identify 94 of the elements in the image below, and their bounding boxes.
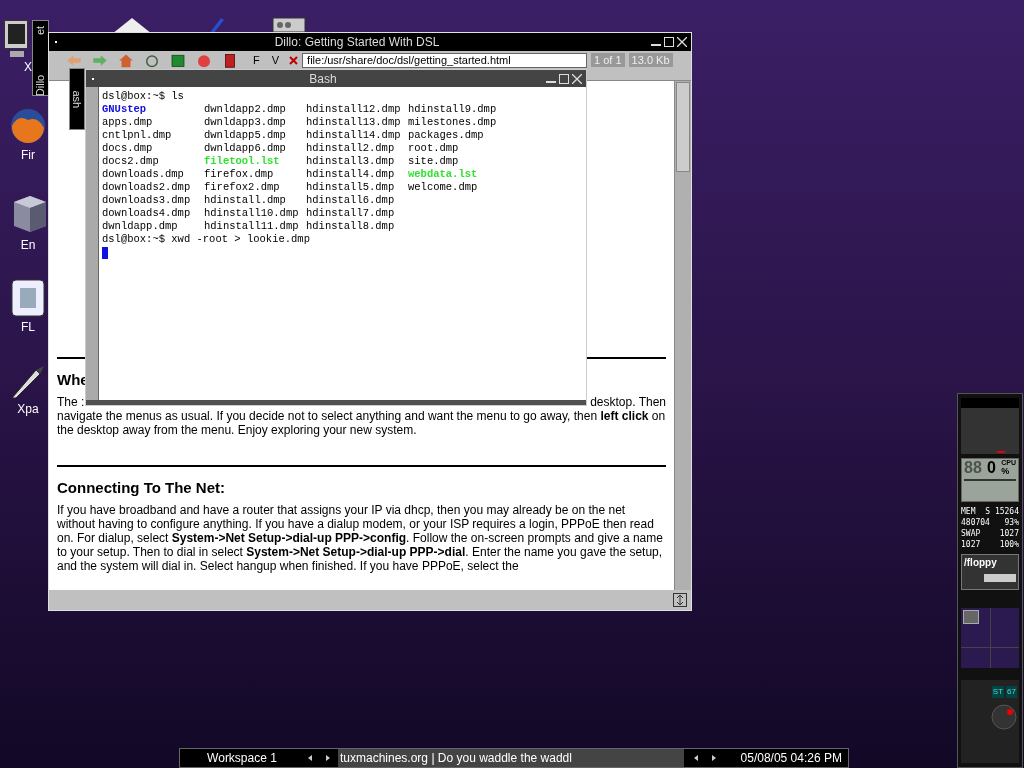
file-name: dwnldapp5.dmp [204, 129, 287, 142]
file-name: downloads4.dmp [102, 207, 192, 220]
url-field[interactable]: file:/usr/share/doc/dsl/getting_started.html [302, 53, 588, 68]
terminal-line: dsl@box:~$ ls [102, 90, 185, 103]
file-name: hdinstall14.dmp [306, 129, 402, 142]
file-name: hdinstall.dmp [204, 194, 287, 207]
scrollbar[interactable] [674, 81, 691, 590]
icon-label[interactable]: FL [21, 320, 35, 334]
monitor-icon [4, 20, 28, 58]
cursor [102, 247, 108, 259]
page-size: 13.0 Kb [628, 53, 673, 67]
file-name: hdinstall4.dmp [306, 168, 396, 181]
cpu-value: 0 [987, 459, 996, 477]
file-name: firefox.dmp [204, 168, 275, 181]
menu-item[interactable]: F [253, 53, 260, 67]
icon-label[interactable]: Xpa [17, 402, 39, 416]
memory-stat: SWAP [961, 528, 981, 539]
file-name: packages.dmp [408, 129, 485, 142]
folder-name: GNUstep [102, 103, 148, 116]
paragraph-text: The : [57, 395, 85, 409]
mixer-label: 67 [1006, 686, 1017, 698]
file-name: firefox2.dmp [204, 181, 281, 194]
file-name: hdinstall11.dmp [204, 220, 300, 233]
tab-label: ash [70, 90, 85, 108]
file-name: downloads3.dmp [102, 194, 192, 207]
file-name: site.dmp [408, 155, 460, 168]
file-name: hdinstall8.dmp [306, 220, 396, 233]
globe-icon [8, 106, 48, 146]
file-name: downloads.dmp [102, 168, 185, 181]
clear-url-icon[interactable] [289, 56, 299, 65]
mixer-label: ST [991, 686, 1005, 698]
memory-stat: MEM [961, 506, 976, 517]
volume-knob-icon[interactable] [991, 704, 1017, 730]
icon-label[interactable]: En [20, 238, 36, 252]
file-name: dwnldapp6.dmp [204, 142, 287, 155]
scrollbar[interactable] [86, 87, 99, 400]
file-name: hdinstall13.dmp [306, 116, 402, 129]
icon-label[interactable]: Fir [21, 148, 35, 162]
close-icon[interactable] [677, 37, 687, 47]
file-name: hdinstall12.dmp [306, 103, 402, 116]
clock: 05/08/05 04:26 PM [740, 750, 842, 767]
file-name: hdinstall9.dmp [408, 103, 498, 116]
window-title: Bash [308, 70, 338, 88]
section-heading: Connecting To The Net: [57, 481, 227, 495]
news-ticker: tuxmachines.org | Do you waddle the waddl [338, 749, 684, 767]
resize-icon[interactable] [673, 593, 687, 607]
mount-panel[interactable]: /floppy [961, 554, 1019, 590]
file-name: hdinstall10.dmp [204, 207, 300, 220]
file-name: hdinstall2.dmp [306, 142, 396, 155]
tab-label: et [35, 25, 46, 36]
paragraph-text: desktop. Then [590, 395, 666, 409]
file-name: welcome.dmp [408, 181, 479, 194]
workspace-label[interactable]: Workspace 1 [180, 749, 304, 767]
file-name: docs2.dmp [102, 155, 160, 168]
memory-stat: 100% [999, 539, 1019, 550]
file-name: hdinstall7.dmp [306, 207, 396, 220]
memory-stat: 480704 [961, 517, 990, 528]
file-name: hdinstall6.dmp [306, 194, 396, 207]
file-name: webdata.lst [408, 168, 479, 181]
close-icon[interactable] [572, 73, 582, 84]
mount-label: /floppy [964, 556, 998, 570]
network-monitor [961, 398, 1019, 454]
file-name: dwnldapp2.dmp [204, 103, 287, 116]
memory-stat: 1027 [961, 539, 981, 550]
file-name: cntlpnl.dmp [102, 129, 173, 142]
minimized-window-tab[interactable]: ash [69, 68, 85, 130]
file-name: hdinstall5.dmp [306, 181, 396, 194]
icon-label[interactable]: X [24, 60, 32, 74]
file-name: docs.dmp [102, 142, 154, 155]
page-count: 1 of 1 [591, 53, 625, 67]
maximize-icon[interactable] [664, 37, 674, 47]
memory-stat: 1027 [999, 528, 1019, 539]
file-name: apps.dmp [102, 116, 154, 129]
terminal-line: dsl@box:~$ xwd -root > lookie.dmp [102, 233, 311, 246]
window-title: Dillo: Getting Started With DSL [273, 34, 441, 51]
application-icon [8, 278, 48, 318]
tab-label: Dillo [35, 74, 46, 97]
file-name: dwnldapp.dmp [102, 220, 179, 233]
paragraph-text: navigate the menus as usual. If you decide not to select anything and want the menu to go away, then left click on the desktop away from the menu. Enjoy exploring your new system. [57, 409, 666, 437]
file-name: dwnldapp3.dmp [204, 116, 287, 129]
paragraph-text: If you have broadband and have a router that assigns your IP via dhcp, then you may already be on the net without having to configure anything. If you have a dialup modem, or your ISP requires a login, PPPoE then read on. For dialup, select System->Net Setup->dial-up PPP->config. Follow the on-screen prompts and give a name to your setup. Then to dial in select System->Net Setup->dial-up PPP->dial. Enter the name you gave the setup, and the system will dial in. Select hangup when finished. If you have PPPoE, select the [57, 503, 664, 573]
cpu-digits: 88 [964, 459, 982, 477]
maximize-icon[interactable] [559, 73, 569, 84]
pager[interactable] [961, 608, 1019, 668]
file-name: downloads2.dmp [102, 181, 192, 194]
memory-stat: S 15264 [985, 506, 1019, 517]
file-name: hdinstall3.dmp [306, 155, 396, 168]
menu-item[interactable]: V [271, 53, 280, 67]
minimized-window-tab[interactable]: Dillo et [32, 20, 49, 96]
file-name: filetool.lst [204, 155, 281, 168]
file-name: milestones.dmp [408, 116, 498, 129]
memory-stat: 93% [1004, 517, 1019, 528]
file-name: root.dmp [408, 142, 460, 155]
percent-sign: % [1001, 467, 1011, 475]
